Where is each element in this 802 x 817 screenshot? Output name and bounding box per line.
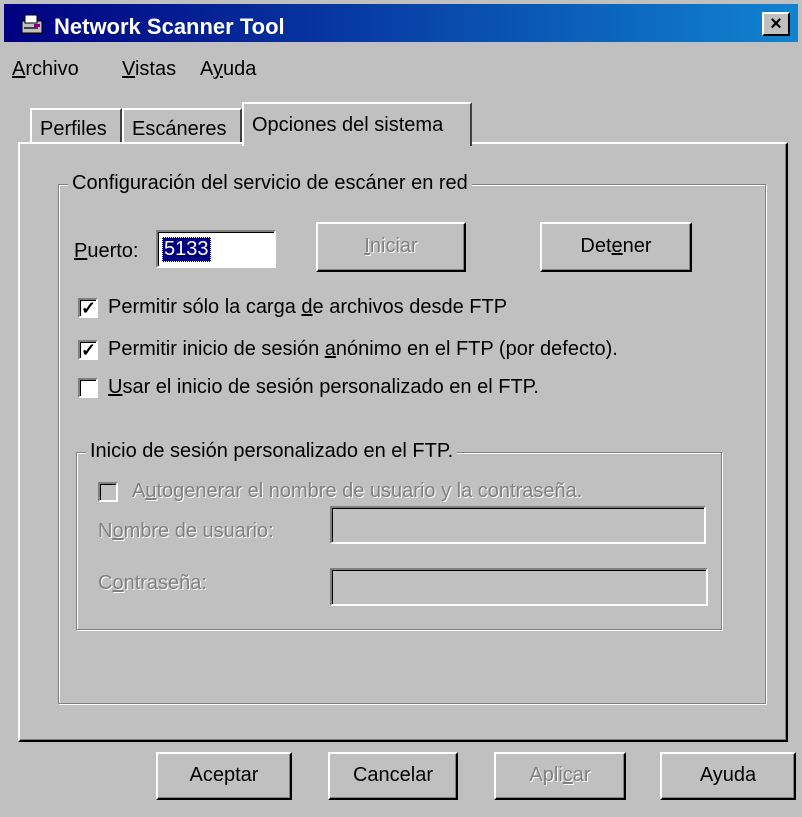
menu-label-post: uda [222,58,257,80]
checkbox-label-key: d [301,296,313,318]
menu-label-key: V [122,58,135,80]
checkmark-icon: ✓ [81,340,97,360]
apply-button-label-post: ar [572,764,591,786]
stop-button-label-key: e [611,235,623,257]
stop-button-label-pre: Det [580,235,612,257]
app-icon [20,13,46,35]
start-button[interactable]: Iniciar [316,222,466,272]
checkbox-label-key: a [324,338,336,360]
menu-label-post: istas [134,58,177,80]
menu-archivo[interactable]: Archivo [12,58,79,81]
help-button[interactable]: Ayuda [660,752,796,800]
checkbox-label: Autogenerar el nombre de usuario y la co… [132,480,582,503]
apply-button-label-pre: Apli [529,764,563,786]
checkbox-label-key: u [145,480,157,502]
port-label-key: P [74,240,88,262]
username-field[interactable] [330,506,706,544]
checkbox-box[interactable]: ✓ [78,340,98,360]
tab-opciones-del-sistema[interactable]: Opciones del sistema [242,102,472,146]
tab-escaneres[interactable]: Escáneres [122,108,242,142]
port-label-rest: uerto: [87,240,139,262]
menu-ayuda[interactable]: Ayuda [200,58,256,81]
password-field[interactable] [330,568,708,606]
checkbox-label-key: U [108,376,123,398]
checkbox-label-pre: Permitir inicio de sesión [108,338,325,360]
checkbox-label: Usar el inicio de sesión personalizado e… [108,376,539,399]
help-button-label: Ayuda [699,764,757,786]
checkbox-box[interactable] [78,378,98,398]
menu-label-key: A [12,58,26,80]
ok-button-label: Aceptar [189,764,259,786]
password-label-post: ntraseña: [123,572,207,594]
checkbox-label-post: nónimo en el FTP (por defecto). [335,338,618,360]
username-label-pre: N [98,520,113,542]
apply-button-label-key: c [562,764,573,786]
menu-vistas[interactable]: Vistas [122,58,176,81]
username-label: Nombre de usuario: [98,520,274,543]
username-label-post: mbre de usuario: [123,520,274,542]
stop-button[interactable]: Detener [540,222,692,272]
window-title: Network Scanner Tool [54,14,285,39]
checkbox-label: Permitir inicio de sesión anónimo en el … [108,338,618,361]
password-label: Contraseña: [98,572,207,595]
menu-label-post: rchivo [25,58,79,80]
service-config-legend: Configuración del servicio de escáner en… [68,172,472,195]
tab-label: Escáneres [132,118,227,140]
apply-button[interactable]: Aplicar [494,752,626,800]
ok-button[interactable]: Aceptar [156,752,292,800]
checkbox-label-post: sar el inicio de sesión personalizado en… [122,376,539,398]
checkbox-label-pre: Permitir sólo la carga [108,296,302,318]
close-button[interactable]: × [762,12,790,36]
checkbox-label-post: togenerar el nombre de usuario y la cont… [156,480,583,502]
checkbox-box[interactable] [98,482,118,502]
checkbox-label-post: e archivos desde FTP [312,296,508,318]
checkbox-box[interactable]: ✓ [78,298,98,318]
tab-label: Opciones del sistema [252,114,444,136]
checkbox-label-pre: A [132,480,146,502]
port-input-value: 5133 [162,237,211,262]
start-button-label-post: niciar [369,235,418,257]
cancel-button-label: Cancelar [352,764,434,786]
password-label-key: o [112,572,124,594]
password-label-pre: C [98,572,113,594]
checkmark-icon: ✓ [81,298,97,318]
close-icon: × [770,13,782,35]
cancel-button[interactable]: Cancelar [328,752,458,800]
custom-login-legend: Inicio de sesión personalizado en el FTP… [86,440,458,463]
tab-label: Perfiles [40,118,107,140]
menu-label-pre: A [200,58,213,80]
title-bar: Network Scanner Tool × [4,4,798,42]
username-label-key: o [112,520,124,542]
tab-perfiles[interactable]: Perfiles [30,108,122,142]
port-label: Puerto: [74,240,139,263]
port-input[interactable]: 5133 [156,230,276,268]
checkbox-label: Permitir sólo la carga de archivos desde… [108,296,507,319]
menu-label-key: y [212,58,223,80]
stop-button-label-post: ner [622,235,652,257]
